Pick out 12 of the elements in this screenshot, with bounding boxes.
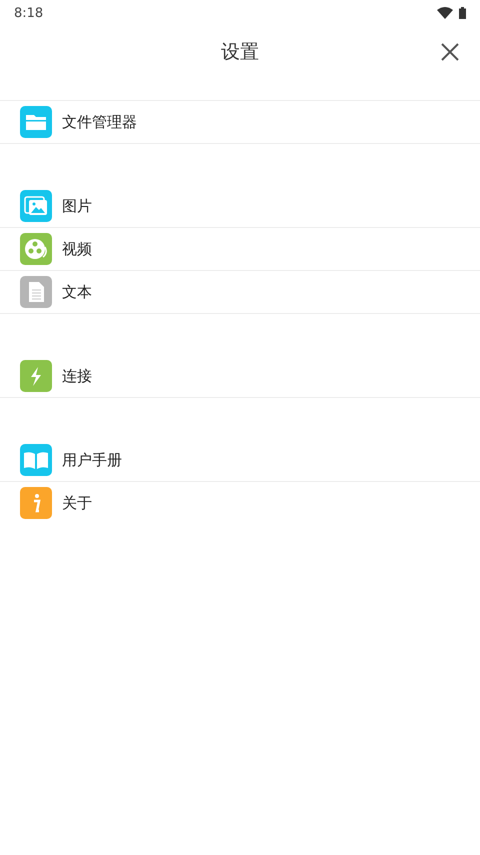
settings-item[interactable]: 文本 (0, 271, 480, 314)
status-time: 8:18 (14, 6, 44, 20)
settings-item[interactable]: 连接 (0, 355, 480, 398)
close-icon[interactable] (441, 43, 459, 61)
settings-item[interactable]: 视频 (0, 228, 480, 271)
settings-item[interactable]: 关于 (0, 482, 480, 524)
settings-item[interactable]: 文件管理器 (0, 101, 480, 144)
settings-item[interactable]: 用户手册 (0, 439, 480, 482)
settings-item[interactable]: 图片 (0, 185, 480, 228)
wifi-icon (437, 7, 453, 19)
battery-icon (459, 7, 466, 19)
page-title: 设置 (221, 40, 259, 65)
